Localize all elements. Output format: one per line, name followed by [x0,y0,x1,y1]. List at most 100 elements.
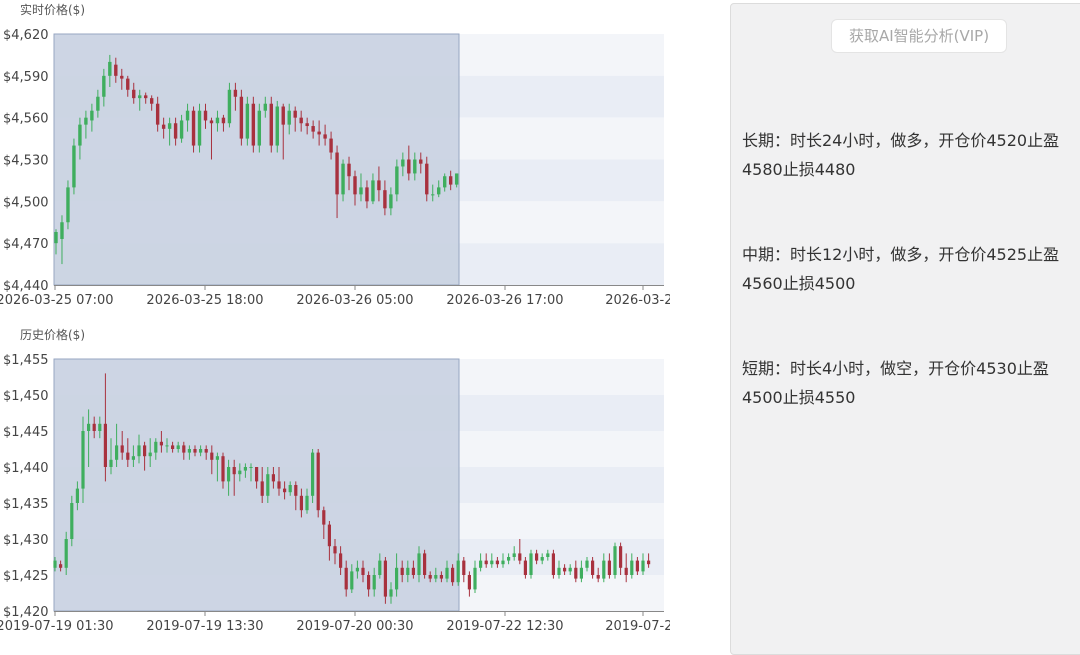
candle-body [263,103,267,111]
candle[interactable] [72,138,76,195]
candle-body [624,567,628,575]
candle[interactable] [197,103,202,153]
candle-body [239,96,244,139]
y-tick-label: $4,500 [3,195,49,210]
candle[interactable] [311,449,315,503]
candle-body [90,110,94,121]
realtime-y-title: 实时价格($) [20,2,85,17]
candle[interactable] [529,549,533,579]
y-tick-label: $1,430 [3,533,49,548]
candle[interactable] [257,103,262,153]
realtime-candlestick-chart[interactable]: 实时价格($) $4,620 $4,590 $4,560 $4,530 $4,500 $4… [0,0,670,312]
candle[interactable] [269,96,273,153]
candle-body [257,110,262,146]
candle-body [439,575,443,579]
candle-body [249,467,253,468]
candle[interactable] [251,96,256,153]
candle-body [185,110,190,121]
candle-body [355,567,359,572]
candle-body [233,89,238,97]
get-ai-analysis-vip-button[interactable]: 获取AI智能分析(VIP) [831,19,1007,53]
candle-body [238,470,242,475]
candle-body [551,553,555,575]
candle-body [92,423,96,431]
candle[interactable] [551,549,555,579]
candle-body [232,467,236,475]
candle[interactable] [245,96,250,146]
candle-body [359,187,363,195]
candle-body [484,560,488,565]
candle[interactable] [275,100,279,153]
candle-body [635,560,639,572]
y-tick-label: $4,590 [3,70,49,85]
candle-body [437,187,441,195]
candle-body [462,560,466,575]
candle-body [596,575,600,579]
strategy-list: 长期：时长24小时，做多，开仓价4520止盈4580止损4480 中期：时长12… [742,70,1080,469]
strategy-short-term: 短期：时长4小时，做空，开仓价4530止盈4500止损4550 [742,359,1049,407]
candle-body [339,553,343,568]
history-candlestick-chart[interactable]: 历史价格($) $1,455 $1,450 $1,445 $1,440 $1,435 $1… [0,322,670,643]
candle[interactable] [239,89,244,146]
candle-body [425,163,429,195]
candle-body [199,449,203,453]
candle-body [389,194,393,209]
candle-body [377,180,381,191]
candle-body [161,124,166,129]
candle-body [350,571,354,590]
candle-body [138,95,142,99]
candle[interactable] [613,542,617,579]
y-tick-label: $4,620 [3,28,49,43]
candle-body [215,117,220,124]
candle-body [59,564,63,568]
y-tick-label: $1,455 [3,353,49,368]
candle-body [630,560,634,575]
candle-body [126,452,130,460]
x-tick-label: 2026-03-25 07:00 [0,293,114,308]
candle-body [389,589,393,597]
candle-body [557,567,561,575]
candle-body [260,481,264,496]
candle[interactable] [70,495,74,547]
candle-body [66,187,70,223]
candle-body [109,459,113,467]
candle-body [579,567,583,579]
candle-body [322,510,326,525]
candle-body [271,474,275,482]
candle-body [275,106,279,146]
candle-body [448,176,453,185]
candle-body [173,123,178,139]
candle-body [126,78,130,90]
candle-body [568,567,572,572]
candle-body [372,575,376,590]
candle-body [283,488,287,493]
candle-body [619,546,623,568]
x-tick-label: 2026-03-26 05:00 [296,293,413,308]
candle-body [311,126,315,132]
candle-body [165,445,169,447]
candle-body [120,75,124,79]
candle-body [501,560,505,565]
candle-body [287,110,291,125]
candle-body [512,553,516,557]
candle-body [335,152,339,195]
candle-body [367,575,371,590]
x-tick-label: 2019-07-22 [605,619,670,634]
candle-body [102,75,106,97]
candle-body [103,423,107,467]
candle-body [456,560,460,583]
y-tick-label: $4,560 [3,112,49,127]
candle[interactable] [423,549,427,579]
candle-body [327,524,331,547]
candle-body [209,120,214,124]
candle-body [266,474,270,496]
candle-body [647,560,651,565]
candle-body [251,103,256,146]
candle-body [490,560,494,565]
candle-body [143,445,147,457]
candle-body [53,560,57,568]
candle[interactable] [66,180,70,230]
strategy-mid-term: 中期：时长12小时，做多，开仓价4525止盈4560止损4500 [742,245,1060,293]
candle[interactable] [316,449,320,518]
candle-body [529,553,533,575]
